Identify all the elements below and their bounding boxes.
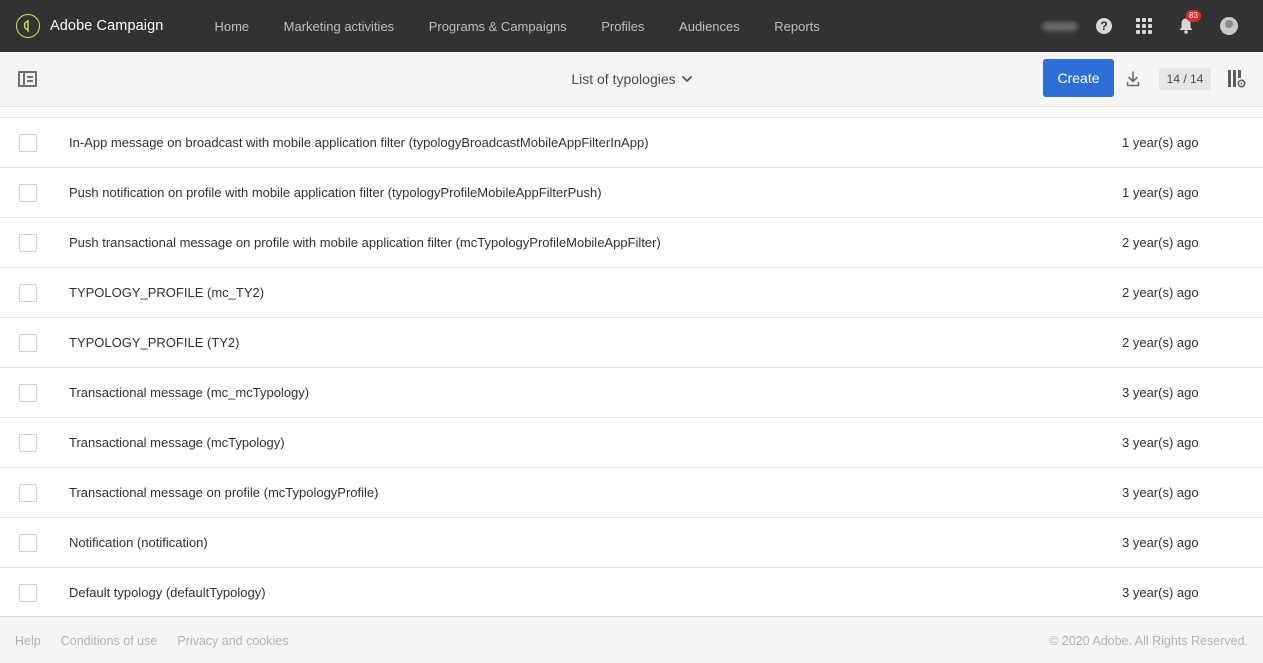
- copyright: © 2020 Adobe. All Rights Reserved.: [1049, 634, 1248, 648]
- apps-grid-icon[interactable]: [1136, 18, 1152, 34]
- list-item[interactable]: Transactional message on profile (mcTypo…: [0, 468, 1263, 518]
- list-item[interactable]: Transactional message (mcTypology) 3 yea…: [0, 418, 1263, 468]
- last-modified: 2 year(s) ago: [1122, 235, 1199, 250]
- list-item[interactable]: Push notification on profile with mobile…: [0, 168, 1263, 218]
- footer-conditions-link[interactable]: Conditions of use: [61, 634, 158, 648]
- app-name: Adobe Campaign: [50, 18, 164, 34]
- list-item[interactable]: Default typology (defaultTypology) 3 yea…: [0, 568, 1263, 617]
- row-checkbox[interactable]: [19, 434, 37, 452]
- nav-programs-campaigns[interactable]: Programs & Campaigns: [429, 19, 567, 34]
- last-modified: 3 year(s) ago: [1122, 385, 1199, 400]
- row-checkbox[interactable]: [19, 384, 37, 402]
- typology-name[interactable]: In-App message on broadcast with mobile …: [69, 135, 649, 150]
- row-checkbox[interactable]: [19, 284, 37, 302]
- nav-home[interactable]: Home: [214, 19, 249, 34]
- row-checkbox[interactable]: [19, 234, 37, 252]
- notification-badge: 83: [1186, 10, 1201, 22]
- row-checkbox[interactable]: [19, 184, 37, 202]
- typology-list: In-App message on broadcast with mobile …: [0, 117, 1263, 617]
- last-modified: 2 year(s) ago: [1122, 335, 1199, 350]
- brand[interactable]: Adobe Campaign: [16, 14, 163, 38]
- row-checkbox[interactable]: [19, 134, 37, 152]
- list-title: List of typologies: [571, 71, 676, 87]
- nav-right-tools: ? 83: [1042, 0, 1263, 52]
- item-count: 14 / 14: [1159, 68, 1211, 90]
- last-modified: 3 year(s) ago: [1122, 485, 1199, 500]
- nav-marketing-activities[interactable]: Marketing activities: [284, 19, 395, 34]
- last-modified: 2 year(s) ago: [1122, 285, 1199, 300]
- user-avatar[interactable]: [1220, 17, 1238, 35]
- typology-name[interactable]: TYPOLOGY_PROFILE (TY2): [69, 335, 240, 350]
- adobe-campaign-logo-icon: [16, 14, 40, 38]
- typology-name[interactable]: Transactional message (mcTypology): [69, 435, 285, 450]
- list-item[interactable]: TYPOLOGY_PROFILE (TY2) 2 year(s) ago: [0, 318, 1263, 368]
- last-modified: 3 year(s) ago: [1122, 535, 1199, 550]
- row-checkbox[interactable]: [19, 534, 37, 552]
- list-item[interactable]: TYPOLOGY_PROFILE (mc_TY2) 2 year(s) ago: [0, 268, 1263, 318]
- last-modified: 3 year(s) ago: [1122, 585, 1199, 600]
- user-name-redacted[interactable]: [1042, 21, 1078, 31]
- last-modified: 3 year(s) ago: [1122, 435, 1199, 450]
- chevron-down-icon: [681, 75, 692, 82]
- main-menu: Home Marketing activities Programs & Cam…: [214, 19, 854, 34]
- list-item[interactable]: In-App message on broadcast with mobile …: [0, 118, 1263, 168]
- typology-name[interactable]: Notification (notification): [69, 535, 208, 550]
- top-nav: Adobe Campaign Home Marketing activities…: [0, 0, 1263, 52]
- list-item[interactable]: Notification (notification) 3 year(s) ag…: [0, 518, 1263, 568]
- column-settings-icon[interactable]: [1227, 69, 1246, 89]
- typology-name[interactable]: Push notification on profile with mobile…: [69, 185, 602, 200]
- help-icon[interactable]: ?: [1096, 18, 1112, 34]
- nav-audiences[interactable]: Audiences: [679, 19, 740, 34]
- nav-reports[interactable]: Reports: [774, 19, 820, 34]
- page-footer: Help Conditions of use Privacy and cooki…: [0, 617, 1263, 663]
- footer-privacy-link[interactable]: Privacy and cookies: [177, 634, 288, 648]
- footer-help-link[interactable]: Help: [15, 634, 41, 648]
- create-button[interactable]: Create: [1043, 59, 1114, 97]
- notifications-button[interactable]: 83: [1178, 10, 1201, 35]
- list-item[interactable]: Transactional message (mc_mcTypology) 3 …: [0, 368, 1263, 418]
- last-modified: 1 year(s) ago: [1122, 185, 1199, 200]
- nav-profiles[interactable]: Profiles: [601, 19, 644, 34]
- typology-name[interactable]: TYPOLOGY_PROFILE (mc_TY2): [69, 285, 264, 300]
- list-item[interactable]: Push transactional message on profile wi…: [0, 218, 1263, 268]
- row-checkbox[interactable]: [19, 484, 37, 502]
- row-checkbox[interactable]: [19, 334, 37, 352]
- row-checkbox[interactable]: [19, 584, 37, 602]
- download-icon[interactable]: [1126, 71, 1140, 87]
- typology-name[interactable]: Push transactional message on profile wi…: [69, 235, 661, 250]
- typology-name[interactable]: Transactional message (mc_mcTypology): [69, 385, 309, 400]
- list-title-dropdown[interactable]: List of typologies: [571, 71, 692, 87]
- last-modified: 1 year(s) ago: [1122, 135, 1199, 150]
- typology-name[interactable]: Default typology (defaultTypology): [69, 585, 266, 600]
- footer-links: Help Conditions of use Privacy and cooki…: [15, 634, 308, 648]
- typology-name[interactable]: Transactional message on profile (mcTypo…: [69, 485, 379, 500]
- list-toolbar: List of typologies Create 14 / 14: [0, 52, 1263, 107]
